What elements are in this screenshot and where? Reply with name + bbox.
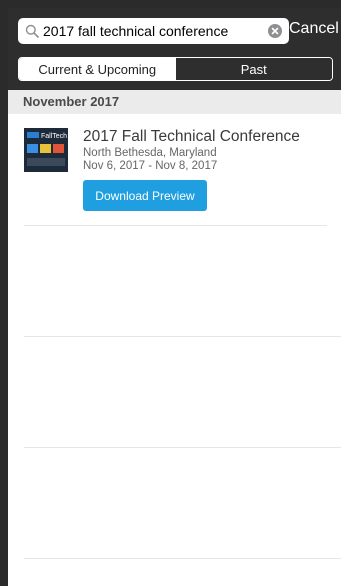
section-title: November 2017 (23, 94, 120, 109)
thumbnail-brand-text: FallTech (41, 133, 67, 140)
download-preview-button[interactable]: Download Preview (83, 180, 207, 211)
row-divider (24, 336, 341, 337)
row-divider (24, 558, 341, 559)
cancel-button[interactable]: Cancel (289, 20, 339, 38)
events-segmented-control: Current & Upcoming Past (18, 57, 333, 81)
event-list-item[interactable]: FallTech 2017 Fall Technical Conference … (8, 114, 341, 224)
search-icon (25, 24, 39, 38)
event-thumbnail: FallTech (24, 128, 68, 172)
row-divider (24, 225, 327, 226)
section-header: November 2017 (8, 90, 341, 114)
row-divider (24, 447, 341, 448)
tab-current-upcoming[interactable]: Current & Upcoming (19, 58, 176, 80)
event-location: North Bethesda, Maryland (83, 147, 217, 159)
search-bar[interactable] (18, 18, 289, 44)
event-dates: Nov 6, 2017 - Nov 8, 2017 (83, 160, 218, 172)
clear-search-icon[interactable] (268, 24, 282, 38)
tab-past[interactable]: Past (175, 58, 332, 80)
search-input[interactable] (43, 18, 261, 44)
event-title: 2017 Fall Technical Conference (83, 128, 300, 145)
search-header: Cancel Current & Upcoming Past (8, 8, 341, 90)
